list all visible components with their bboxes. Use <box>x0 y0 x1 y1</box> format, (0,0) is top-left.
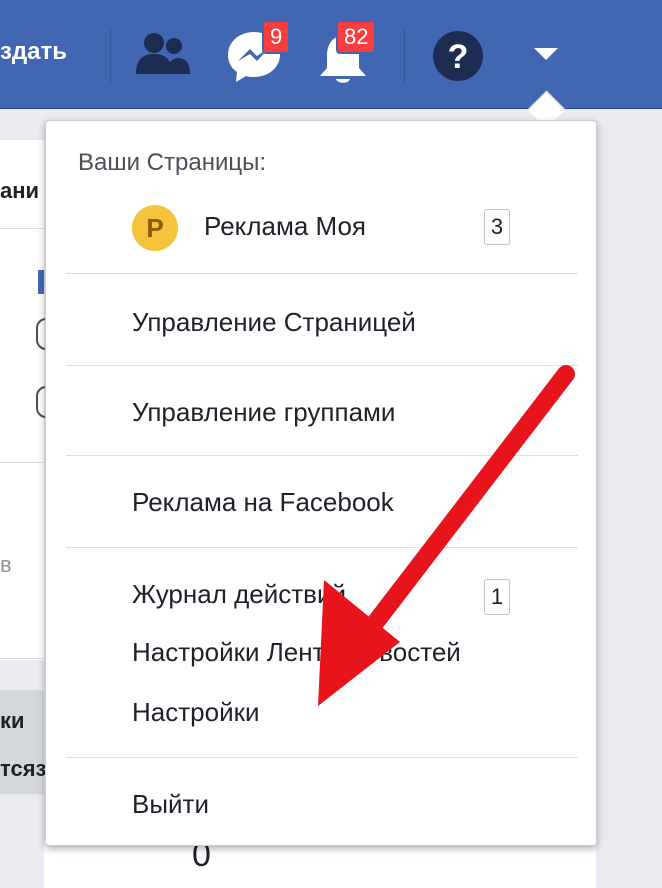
red-arrow-icon <box>318 365 575 706</box>
